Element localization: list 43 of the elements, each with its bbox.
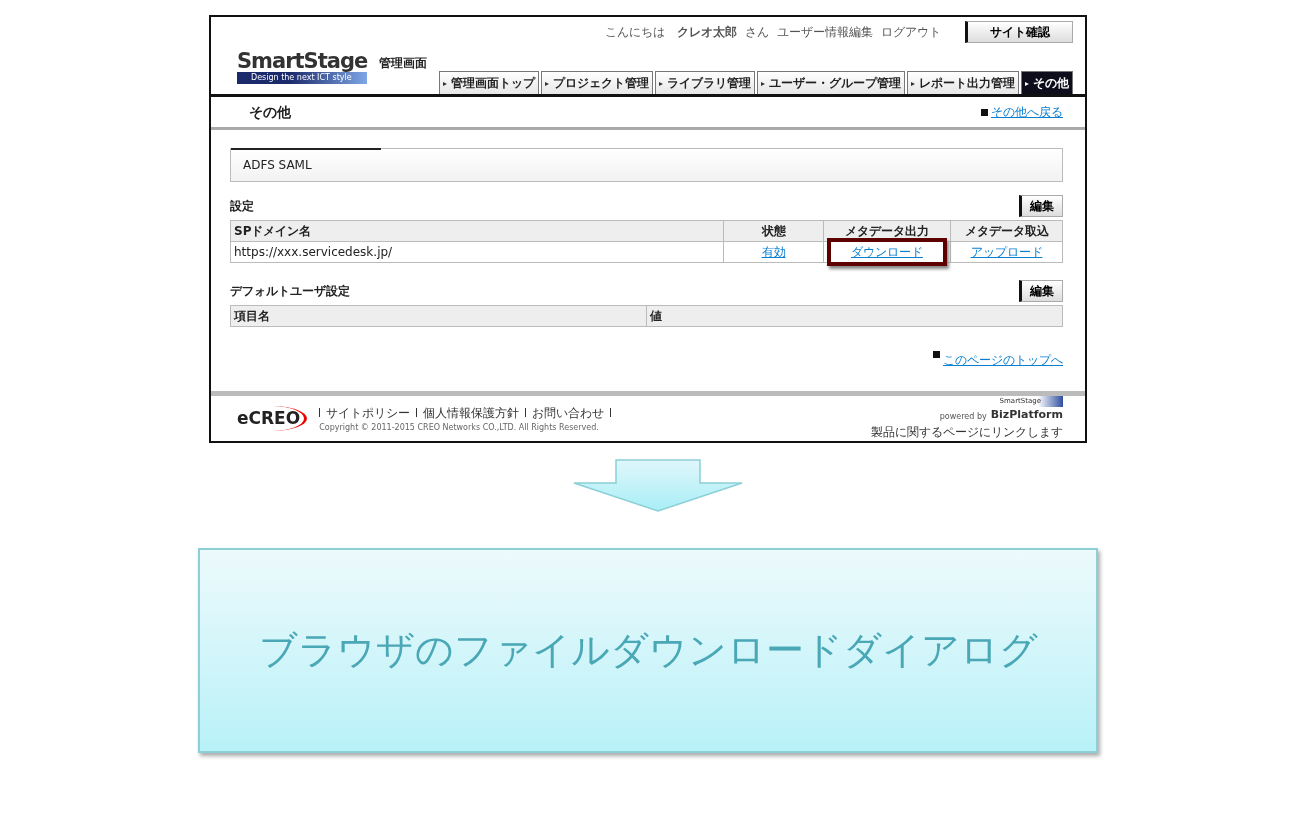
page-title: その他 <box>249 102 291 122</box>
table-link[interactable]: 有効 <box>761 245 786 259</box>
nav-tab[interactable]: 管理画面トップ <box>439 71 539 94</box>
bullet-icon <box>981 109 988 116</box>
down-arrow-icon <box>572 459 744 513</box>
nav-tab[interactable]: レポート出力管理 <box>907 71 1019 94</box>
table-link[interactable]: アップロード <box>970 245 1043 259</box>
section-title: 設定 <box>230 198 254 215</box>
column-header: SPドメイン名 <box>230 220 724 242</box>
column-header: 状態 <box>723 220 824 242</box>
column-header: メタデータ取込 <box>950 220 1063 242</box>
nav-tab[interactable]: ライブラリ管理 <box>655 71 755 94</box>
column-header: 値 <box>646 305 1063 327</box>
header-link[interactable]: ログアウト <box>881 23 941 41</box>
back-link[interactable]: その他へ戻る <box>991 105 1063 119</box>
page-top-link[interactable]: このページのトップへ <box>943 351 1063 369</box>
footer-link[interactable]: サイトポリシー <box>326 403 411 422</box>
powered-by-text: powered by <box>939 411 987 423</box>
footer-logo: eCREO <box>237 405 308 432</box>
copyright-text: Copyright © 2011-2015 CREO Networks CO.,LTD. All Rights Reserved. <box>319 421 600 434</box>
column-header: 項目名 <box>230 305 647 327</box>
logo-text: SmartStage <box>237 51 368 72</box>
edit-button[interactable]: 編集 <box>1019 195 1063 217</box>
nav-tab[interactable]: プロジェクト管理 <box>541 71 653 94</box>
nav-tab[interactable]: ユーザー・グループ管理 <box>757 71 905 94</box>
logo-tagline: Design the next ICT style <box>237 72 368 84</box>
table-cell-text: https://xxx.servicedesk.jp/ <box>234 245 393 259</box>
greeting-suffix: さん <box>745 24 769 41</box>
panel-title: ADFS SAML <box>243 157 312 174</box>
callout-text: ブラウザのファイルダウンロードダイアログ <box>258 627 1038 674</box>
edit-button[interactable]: 編集 <box>1019 280 1063 302</box>
bullet-icon <box>933 351 940 358</box>
user-name: クレオ太郎 <box>677 24 737 41</box>
badge-name: BizPlatform <box>990 406 1063 423</box>
site-check-button[interactable]: サイト確認 <box>965 21 1073 43</box>
footer-link[interactable]: お問い合わせ <box>532 403 605 422</box>
area-label: 管理画面 <box>379 55 428 72</box>
footer-link[interactable]: 個人情報保護方針 <box>423 403 520 422</box>
greeting-text: こんにちは <box>605 24 665 41</box>
product-note: 製品に関するページにリンクします <box>871 424 1063 441</box>
header-link[interactable]: ユーザー情報編集 <box>777 23 873 41</box>
nav-tab[interactable]: その他 <box>1021 71 1073 94</box>
section-title: デフォルトユーザ設定 <box>230 283 350 300</box>
